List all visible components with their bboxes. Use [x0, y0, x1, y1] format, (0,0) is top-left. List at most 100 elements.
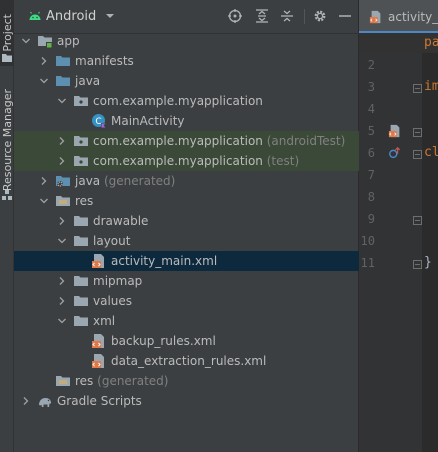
tree-row-package-main[interactable]: com.example.myapplication	[14, 91, 359, 111]
tree-label-main-activity: MainActivity	[111, 114, 185, 128]
line-number: 6	[367, 146, 375, 160]
view-mode-label[interactable]: Android	[46, 9, 96, 24]
chevron-down-icon[interactable]	[57, 236, 67, 246]
line-number: 3	[367, 80, 375, 94]
tree-row-app[interactable]: app	[14, 31, 359, 51]
chevron-down-icon[interactable]	[39, 196, 49, 206]
folder-icon	[74, 216, 88, 226]
tree-label-xml: xml	[93, 314, 116, 328]
line-number: 8	[367, 190, 375, 204]
fold-marker-icon[interactable]	[413, 216, 422, 225]
chevron-right-icon[interactable]	[39, 56, 49, 66]
code-line-3: im	[424, 79, 438, 94]
fold-marker-icon[interactable]	[413, 84, 422, 93]
chevron-right-icon[interactable]	[57, 156, 67, 166]
code-line-11: }	[424, 255, 432, 270]
tree-label-values: values	[93, 294, 133, 308]
expand-all-icon[interactable]	[254, 8, 270, 24]
tree-label-package-test: com.example.myapplication (test)	[93, 154, 300, 168]
chevron-right-icon[interactable]	[57, 296, 67, 306]
target-icon[interactable]	[227, 8, 243, 24]
tree-row-package-test[interactable]: com.example.myapplication (test)	[14, 151, 359, 171]
folder-icon	[74, 316, 88, 326]
tree-row-activity-main-xml[interactable]: activity_main.xml	[14, 251, 359, 271]
chevron-right-icon[interactable]	[57, 136, 67, 146]
chevron-right-icon[interactable]	[57, 276, 67, 286]
project-panel: Android app manifests java com.example.m…	[14, 0, 359, 452]
svg-text:C: C	[95, 117, 101, 127]
package-icon	[74, 156, 88, 166]
line-number: 11	[360, 256, 375, 270]
tree-row-main-activity[interactable]: C MainActivity	[14, 111, 359, 131]
tree-row-java-generated[interactable]: java (generated)	[14, 171, 359, 191]
line-number: 2	[367, 58, 375, 72]
tree-label-manifests: manifests	[75, 54, 134, 68]
chevron-down-icon[interactable]	[57, 96, 67, 106]
tree-row-manifests[interactable]: manifests	[14, 51, 359, 71]
tree-row-xml[interactable]: xml	[14, 311, 359, 331]
tree-row-data-extraction-rules-xml[interactable]: data_extraction_rules.xml	[14, 351, 359, 371]
folder-icon	[74, 276, 88, 286]
tree-row-backup-rules-xml[interactable]: backup_rules.xml	[14, 331, 359, 351]
tree-label-backup-rules: backup_rules.xml	[111, 334, 216, 348]
fold-marker-icon[interactable]	[413, 150, 422, 159]
tree-row-java[interactable]: java	[14, 71, 359, 91]
folder-icon	[2, 54, 12, 62]
xml-file-icon	[92, 354, 104, 368]
fold-marker-icon[interactable]	[413, 260, 422, 269]
tree-row-gradle-scripts[interactable]: Gradle Scripts	[14, 391, 359, 411]
fold-marker-icon[interactable]	[413, 128, 422, 137]
code-line-1: pa	[424, 35, 438, 50]
folder-icon	[56, 56, 70, 66]
tree-label-layout: layout	[93, 234, 131, 248]
code-line-6: cl	[424, 145, 438, 160]
collapse-all-icon[interactable]	[279, 8, 295, 24]
tree-label-java-generated: java (generated)	[75, 174, 176, 188]
tree-label-drawable: drawable	[93, 214, 149, 228]
resources-icon	[2, 190, 12, 200]
chevron-down-icon[interactable]	[57, 316, 67, 326]
layout-xml-file-icon	[92, 254, 104, 268]
project-tab-label: Project	[0, 14, 14, 52]
tree-row-res-generated[interactable]: res (generated)	[14, 371, 359, 391]
chevron-right-icon[interactable]	[21, 396, 31, 406]
override-marker-icon[interactable]	[388, 146, 402, 160]
resource-manager-tool-tab[interactable]: Resource Manager	[0, 84, 14, 196]
resource-folder-icon	[56, 196, 70, 206]
chevron-down-icon[interactable]	[104, 10, 116, 22]
editor-area: activity_m 1 2 3 4 5 6 7 8 9 10 11 pa im	[359, 0, 438, 452]
left-tool-strip: Project Resource Manager	[0, 0, 14, 452]
line-number: 10	[360, 234, 375, 248]
line-number: 9	[367, 212, 375, 226]
line-number: 7	[367, 168, 375, 182]
folder-icon	[74, 296, 88, 306]
tree-row-drawable[interactable]: drawable	[14, 211, 359, 231]
kotlin-file-icon	[369, 10, 381, 24]
chevron-down-icon[interactable]	[39, 76, 49, 86]
editor-tab-activity-main[interactable]: activity_m	[359, 0, 438, 33]
tree-row-package-android-test[interactable]: com.example.myapplication (androidTest)	[14, 131, 359, 151]
chevron-down-icon[interactable]	[21, 36, 31, 46]
tree-row-mipmap[interactable]: mipmap	[14, 271, 359, 291]
layout-preview-icon[interactable]	[388, 124, 402, 138]
chevron-right-icon[interactable]	[39, 176, 49, 186]
code-area[interactable]: pa im cl }	[422, 34, 438, 452]
tree-row-values[interactable]: values	[14, 291, 359, 311]
toolbar-divider	[304, 9, 305, 24]
tree-row-layout[interactable]: layout	[14, 231, 359, 251]
editor-tab-bar: activity_m	[359, 0, 438, 34]
xml-file-icon	[92, 334, 104, 348]
suffix-android-test: (androidTest)	[266, 134, 346, 148]
editor-tab-label: activity_m	[388, 10, 438, 24]
suffix-test: (test)	[266, 154, 300, 168]
gear-icon[interactable]	[312, 8, 328, 24]
gradle-elephant-icon	[39, 398, 52, 407]
line-number: 4	[367, 102, 375, 116]
chevron-right-icon[interactable]	[57, 216, 67, 226]
tree-label-res: res	[75, 194, 94, 208]
package-icon	[74, 96, 88, 106]
suffix-java-generated: (generated)	[103, 174, 176, 188]
package-icon	[74, 136, 88, 146]
tree-row-res[interactable]: res	[14, 191, 359, 211]
hide-icon[interactable]	[337, 8, 353, 24]
